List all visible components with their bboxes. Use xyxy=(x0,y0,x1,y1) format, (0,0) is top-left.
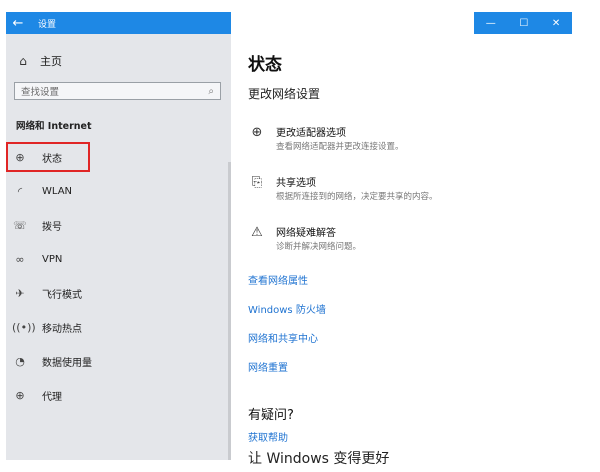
section-subtitle: 更改网络设置 xyxy=(248,87,321,101)
sidebar-item-data-usage[interactable]: ◔ 数据使用量 xyxy=(6,344,231,378)
option-title: 更改适配器选项 xyxy=(276,128,346,139)
sidebar-item-dialup[interactable]: ☏ 拨号 xyxy=(6,208,231,242)
section-title: 网络和 Internet xyxy=(16,121,92,132)
home-icon: ⌂ xyxy=(19,54,27,68)
option-title: 共享选项 xyxy=(276,178,316,189)
window-controls: — ☐ ✕ xyxy=(474,12,572,34)
page-title: 状态 xyxy=(248,55,282,75)
link-get-help[interactable]: 获取帮助 xyxy=(248,429,578,444)
close-button[interactable]: ✕ xyxy=(552,18,560,29)
option-adapter[interactable]: ⊕ 更改适配器选项 查看网络适配器并更改连接设置。 xyxy=(248,124,578,152)
back-button[interactable]: ← xyxy=(6,12,30,34)
sidebar-item-home[interactable]: ⌂ 主页 xyxy=(6,48,231,74)
home-label: 主页 xyxy=(40,55,62,68)
option-desc: 查看网络适配器并更改连接设置。 xyxy=(276,142,404,152)
search-icon: ⌕ xyxy=(208,85,214,97)
option-desc: 诊断并解决网络问题。 xyxy=(276,242,362,252)
back-arrow-icon: ← xyxy=(12,15,24,31)
hotspot-icon: ((•)) xyxy=(12,320,36,334)
sidebar-scrollbar[interactable] xyxy=(228,162,231,460)
sidebar-item-label: 代理 xyxy=(42,391,62,403)
adapter-icon: ⊕ xyxy=(251,125,263,140)
sidebar-item-label: 移动热点 xyxy=(42,323,82,335)
link-network-sharing-center[interactable]: 网络和共享中心 xyxy=(248,330,578,345)
data-usage-icon: ◔ xyxy=(15,354,25,368)
maximize-button[interactable]: ☐ xyxy=(519,18,528,29)
sidebar-item-label: 数据使用量 xyxy=(42,357,92,369)
question-title: 有疑问? xyxy=(248,408,294,423)
wifi-icon: ◜ xyxy=(17,184,23,198)
link-network-properties[interactable]: 查看网络属性 xyxy=(248,272,578,287)
sidebar-item-wlan[interactable]: ◜ WLAN xyxy=(6,174,231,208)
link-windows-firewall[interactable]: Windows 防火墙 xyxy=(248,301,578,316)
sidebar-item-airplane-mode[interactable]: ✈ 飞行模式 xyxy=(6,276,231,310)
minimize-button[interactable]: — xyxy=(486,18,496,29)
sidebar-item-label: 拨号 xyxy=(42,221,62,233)
warning-icon: ⚠ xyxy=(251,225,263,240)
airplane-icon: ✈ xyxy=(15,286,25,300)
globe-icon: ⊕ xyxy=(15,150,25,164)
app-title: 设置 xyxy=(38,19,57,30)
sidebar-item-label: VPN xyxy=(42,253,63,265)
sidebar-item-label: 状态 xyxy=(42,153,62,165)
sidebar-item-label: WLAN xyxy=(42,185,73,197)
dialup-icon: ☏ xyxy=(13,218,27,232)
sidebar-item-proxy[interactable]: ⊕ 代理 xyxy=(6,378,231,412)
sidebar-item-status[interactable]: ⊕ 状态 xyxy=(6,140,231,174)
option-troubleshoot[interactable]: ⚠ 网络疑难解答 诊断并解决网络问题。 xyxy=(248,224,578,252)
bottom-title: 让 Windows 变得更好 xyxy=(248,451,390,467)
option-title: 网络疑难解答 xyxy=(276,228,336,239)
sidebar-item-vpn[interactable]: ∞ VPN xyxy=(6,242,231,276)
search-placeholder: 查找设置 xyxy=(21,87,60,98)
sidebar-item-mobile-hotspot[interactable]: ((•)) 移动热点 xyxy=(6,310,231,344)
settings-sidebar: ← 设置 ⌂ 主页 查找设置 ⌕ 网络和 Internet ⊕ 状态 ◜ WLA… xyxy=(6,12,231,460)
option-desc: 根据所连接到的网络，决定要共享的内容。 xyxy=(276,192,438,202)
vpn-icon: ∞ xyxy=(15,252,25,266)
option-sharing[interactable]: ⎘ 共享选项 根据所连接到的网络，决定要共享的内容。 xyxy=(248,174,578,202)
search-input[interactable]: 查找设置 ⌕ xyxy=(14,82,221,100)
sharing-icon: ⎘ xyxy=(251,175,263,190)
globe-icon: ⊕ xyxy=(15,388,25,402)
main-content: 状态 更改网络设置 ⊕ 更改适配器选项 查看网络适配器并更改连接设置。 ⎘ 共享… xyxy=(248,50,578,444)
link-network-reset[interactable]: 网络重置 xyxy=(248,359,578,374)
sidebar-item-label: 飞行模式 xyxy=(42,289,82,301)
titlebar-left: ← 设置 xyxy=(6,12,231,34)
